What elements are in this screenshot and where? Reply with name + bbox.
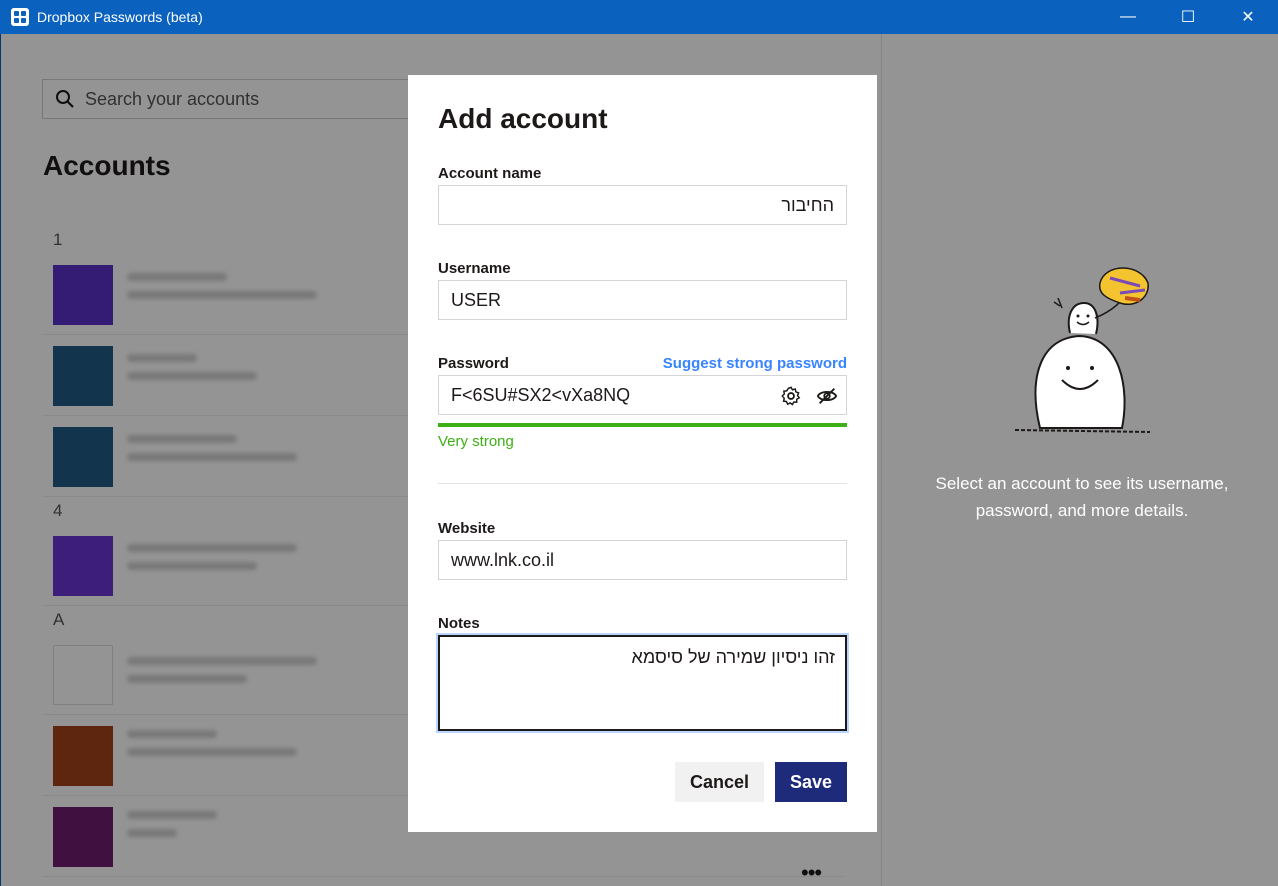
password-strength-bar xyxy=(438,423,847,427)
dropbox-app-icon xyxy=(11,8,29,26)
notes-textarea[interactable]: זהו ניסיון שמירה של סיסמא xyxy=(438,635,847,731)
divider xyxy=(438,483,847,484)
dialog-title: Add account xyxy=(438,103,608,134)
suggest-strong-password-link[interactable]: Suggest strong password xyxy=(663,355,847,372)
gear-icon[interactable] xyxy=(780,385,802,407)
username-input[interactable] xyxy=(439,281,846,319)
account-name-label: Account name xyxy=(438,165,542,182)
password-label: Password xyxy=(438,355,509,372)
mascot-illustration-icon xyxy=(1014,267,1151,433)
window-title: Dropbox Passwords (beta) xyxy=(37,9,203,25)
empty-state-text: Select an account to see its username, p… xyxy=(935,474,1229,520)
website-input[interactable] xyxy=(439,541,846,579)
close-button[interactable]: ✕ xyxy=(1218,0,1278,34)
hide-password-icon[interactable] xyxy=(816,385,838,407)
username-label: Username xyxy=(438,260,511,277)
save-button[interactable]: Save xyxy=(775,762,847,802)
account-name-field[interactable] xyxy=(438,185,847,225)
password-strength-text: Very strong xyxy=(438,433,514,450)
title-bar: Dropbox Passwords (beta) — ☐ ✕ xyxy=(0,0,1278,34)
cancel-button[interactable]: Cancel xyxy=(675,762,764,802)
account-name-input[interactable] xyxy=(439,186,846,224)
minimize-button[interactable]: — xyxy=(1098,0,1158,34)
password-field[interactable] xyxy=(438,375,847,415)
website-field[interactable] xyxy=(438,540,847,580)
notes-label: Notes xyxy=(438,615,480,632)
add-account-dialog: Add account Account name Username Passwo… xyxy=(408,75,877,832)
website-label: Website xyxy=(438,520,496,537)
maximize-button[interactable]: ☐ xyxy=(1158,0,1218,34)
username-field[interactable] xyxy=(438,280,847,320)
